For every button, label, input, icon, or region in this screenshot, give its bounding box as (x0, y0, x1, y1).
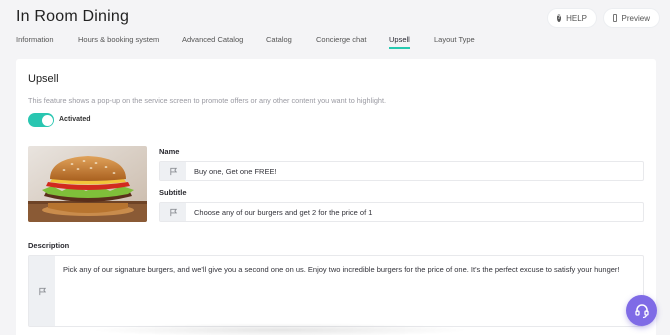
upsell-image[interactable] (28, 146, 147, 222)
tab-concierge-chat[interactable]: Concierge chat (316, 35, 366, 44)
toggle-knob (41, 114, 53, 126)
tab-hours-booking[interactable]: Hours & booking system (78, 35, 159, 44)
scroll-shadow (90, 323, 470, 335)
help-label: HELP (566, 13, 587, 23)
phone-icon (613, 14, 617, 22)
subtitle-label: Subtitle (159, 188, 187, 197)
language-flag-button[interactable] (160, 203, 186, 221)
support-chat-button[interactable] (626, 295, 657, 326)
feature-description: This feature shows a pop-up on the servi… (28, 96, 387, 105)
headset-icon (634, 303, 649, 318)
tab-information[interactable]: Information (16, 35, 54, 44)
name-input[interactable]: Buy one, Get one FREE! (186, 162, 277, 180)
subtitle-field[interactable]: Choose any of our burgers and get 2 for … (159, 202, 644, 222)
flag-icon (169, 167, 177, 175)
burger-image (28, 146, 147, 222)
language-flag-button[interactable] (160, 162, 186, 180)
question-icon: ? (557, 14, 562, 22)
description-input[interactable]: Pick any of our signature burgers, and w… (55, 256, 632, 326)
tab-catalog[interactable]: Catalog (266, 35, 292, 44)
flag-icon (169, 208, 177, 216)
description-label: Description (28, 241, 70, 250)
tab-advanced-catalog[interactable]: Advanced Catalog (182, 35, 243, 44)
help-button[interactable]: ? HELP (548, 9, 596, 27)
section-title: Upsell (28, 73, 59, 85)
activated-toggle[interactable] (28, 113, 54, 127)
preview-button[interactable]: Preview (604, 9, 659, 27)
tab-upsell[interactable]: Upsell (389, 35, 410, 49)
upsell-card: Upsell This feature shows a pop-up on th… (16, 59, 656, 335)
tab-layout-type[interactable]: Layout Type (434, 35, 475, 44)
name-field[interactable]: Buy one, Get one FREE! (159, 161, 644, 181)
page-title: In Room Dining (16, 8, 130, 25)
toggle-label: Activated (59, 116, 91, 123)
name-label: Name (159, 147, 180, 156)
preview-label: Preview (621, 13, 650, 23)
flag-icon (38, 287, 46, 295)
subtitle-input[interactable]: Choose any of our burgers and get 2 for … (186, 203, 372, 221)
language-flag-button[interactable] (29, 256, 55, 326)
description-field[interactable]: Pick any of our signature burgers, and w… (28, 255, 644, 327)
